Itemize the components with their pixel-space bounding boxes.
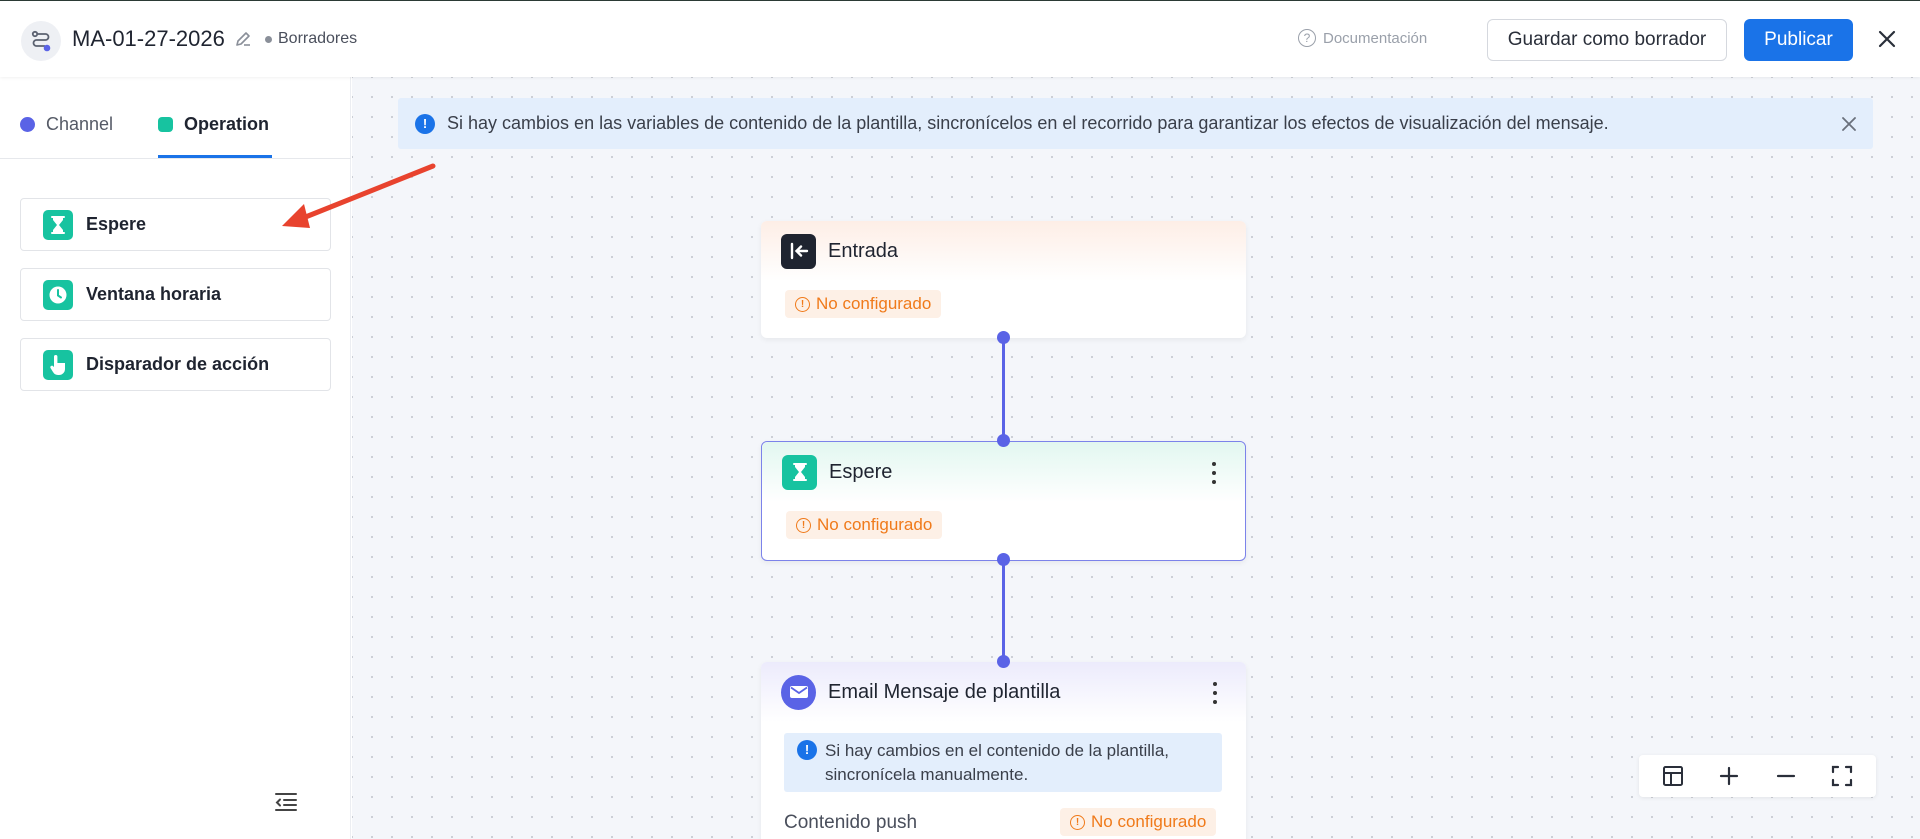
not-configured-label: No configurado (817, 515, 933, 534)
output-port[interactable] (997, 553, 1010, 566)
active-tab-indicator (158, 155, 272, 158)
entry-icon (781, 233, 816, 269)
not-configured-label: No configurado (1091, 812, 1207, 831)
email-template-node[interactable]: Email Mensaje de plantilla ! Si hay camb… (761, 662, 1246, 839)
zoom-in-icon[interactable] (1716, 763, 1742, 789)
status-dot-icon (265, 35, 272, 43)
banner-text: Si hay cambios en las variables de conte… (447, 113, 1609, 133)
journey-logo-icon (21, 21, 61, 61)
operation-item-label: Ventana horaria (86, 284, 222, 304)
canvas-zoom-toolbar (1639, 755, 1876, 797)
entry-node[interactable]: Entrada ! No configurado (761, 221, 1246, 338)
hourglass-icon (43, 209, 73, 240)
documentation-label: Documentación (1323, 29, 1428, 47)
save-draft-button[interactable]: Guardar como borrador (1487, 19, 1727, 61)
connector-line (1002, 560, 1005, 662)
mail-icon (781, 674, 816, 710)
status-label: Borradores (278, 30, 358, 47)
input-port[interactable] (997, 655, 1010, 668)
entry-node-title: Entrada (828, 239, 899, 262)
info-icon: ! (797, 740, 817, 760)
info-icon: ! (415, 113, 435, 134)
not-configured-badge: ! No configurado (786, 511, 943, 539)
operation-item-label: Espere (86, 214, 147, 234)
operation-dot-icon (158, 117, 173, 132)
wait-node-header: Espere (762, 442, 1245, 502)
auto-layout-icon[interactable] (1660, 763, 1686, 789)
journey-title: MA-01-27-2026 (72, 26, 225, 51)
operation-item-action-trigger[interactable]: Disparador de acción (20, 338, 331, 391)
publish-button[interactable]: Publicar (1744, 19, 1853, 61)
tab-channel-label: Channel (46, 114, 114, 134)
tab-operation-label: Operation (184, 114, 270, 134)
operation-item-wait[interactable]: Espere (20, 198, 331, 251)
clock-icon (43, 279, 73, 310)
wait-node[interactable]: Espere ! No configurado (761, 441, 1246, 561)
email-node-title: Email Mensaje de plantilla (828, 680, 1061, 703)
operation-item-label: Disparador de acción (86, 354, 270, 374)
wait-node-title: Espere (829, 460, 893, 483)
warning-icon: ! (1070, 814, 1085, 830)
node-menu-icon[interactable] (1212, 682, 1218, 704)
connector-line (1002, 338, 1005, 440)
hand-pointer-icon (43, 349, 73, 380)
not-configured-badge: ! No configurado (1060, 808, 1217, 836)
tab-operation[interactable]: Operation (158, 114, 269, 135)
not-configured-badge: ! No configurado (785, 290, 942, 318)
template-sync-note: ! Si hay cambios en el contenido de la p… (784, 733, 1222, 792)
channel-dot-icon (20, 117, 35, 132)
template-sync-note-text: Si hay cambios en el contenido de la pla… (825, 741, 1169, 784)
not-configured-label: No configurado (816, 294, 932, 313)
collapse-sidebar-icon[interactable] (273, 789, 299, 815)
edit-title-icon[interactable] (233, 29, 253, 49)
input-port[interactable] (997, 434, 1010, 447)
warning-icon: ! (795, 296, 810, 312)
zoom-out-icon[interactable] (1773, 763, 1799, 789)
node-palette-sidebar: Channel Operation Espere Ventana horaria (0, 77, 351, 839)
app-root: MA-01-27-2026 Borradores ? Documentación… (0, 0, 1920, 839)
close-icon[interactable] (1873, 25, 1901, 53)
push-content-label: Contenido push (784, 812, 918, 833)
documentation-link[interactable]: ? Documentación (1298, 29, 1427, 47)
email-node-header: Email Mensaje de plantilla (761, 662, 1246, 722)
operation-item-time-window[interactable]: Ventana horaria (20, 268, 331, 321)
hourglass-icon (782, 454, 817, 490)
fit-view-icon[interactable] (1829, 763, 1855, 789)
node-menu-icon[interactable] (1211, 462, 1217, 484)
palette-tabs: Channel Operation (0, 77, 351, 159)
warning-icon: ! (796, 517, 811, 533)
template-sync-banner: ! Si hay cambios en las variables de con… (398, 98, 1873, 149)
status-badge: Borradores (265, 30, 357, 48)
output-port[interactable] (997, 331, 1010, 344)
top-header: MA-01-27-2026 Borradores ? Documentación… (0, 0, 1920, 77)
close-banner-icon[interactable] (1840, 115, 1858, 133)
help-icon: ? (1298, 29, 1316, 47)
tab-channel[interactable]: Channel (20, 114, 113, 135)
entry-node-header: Entrada (761, 221, 1246, 281)
